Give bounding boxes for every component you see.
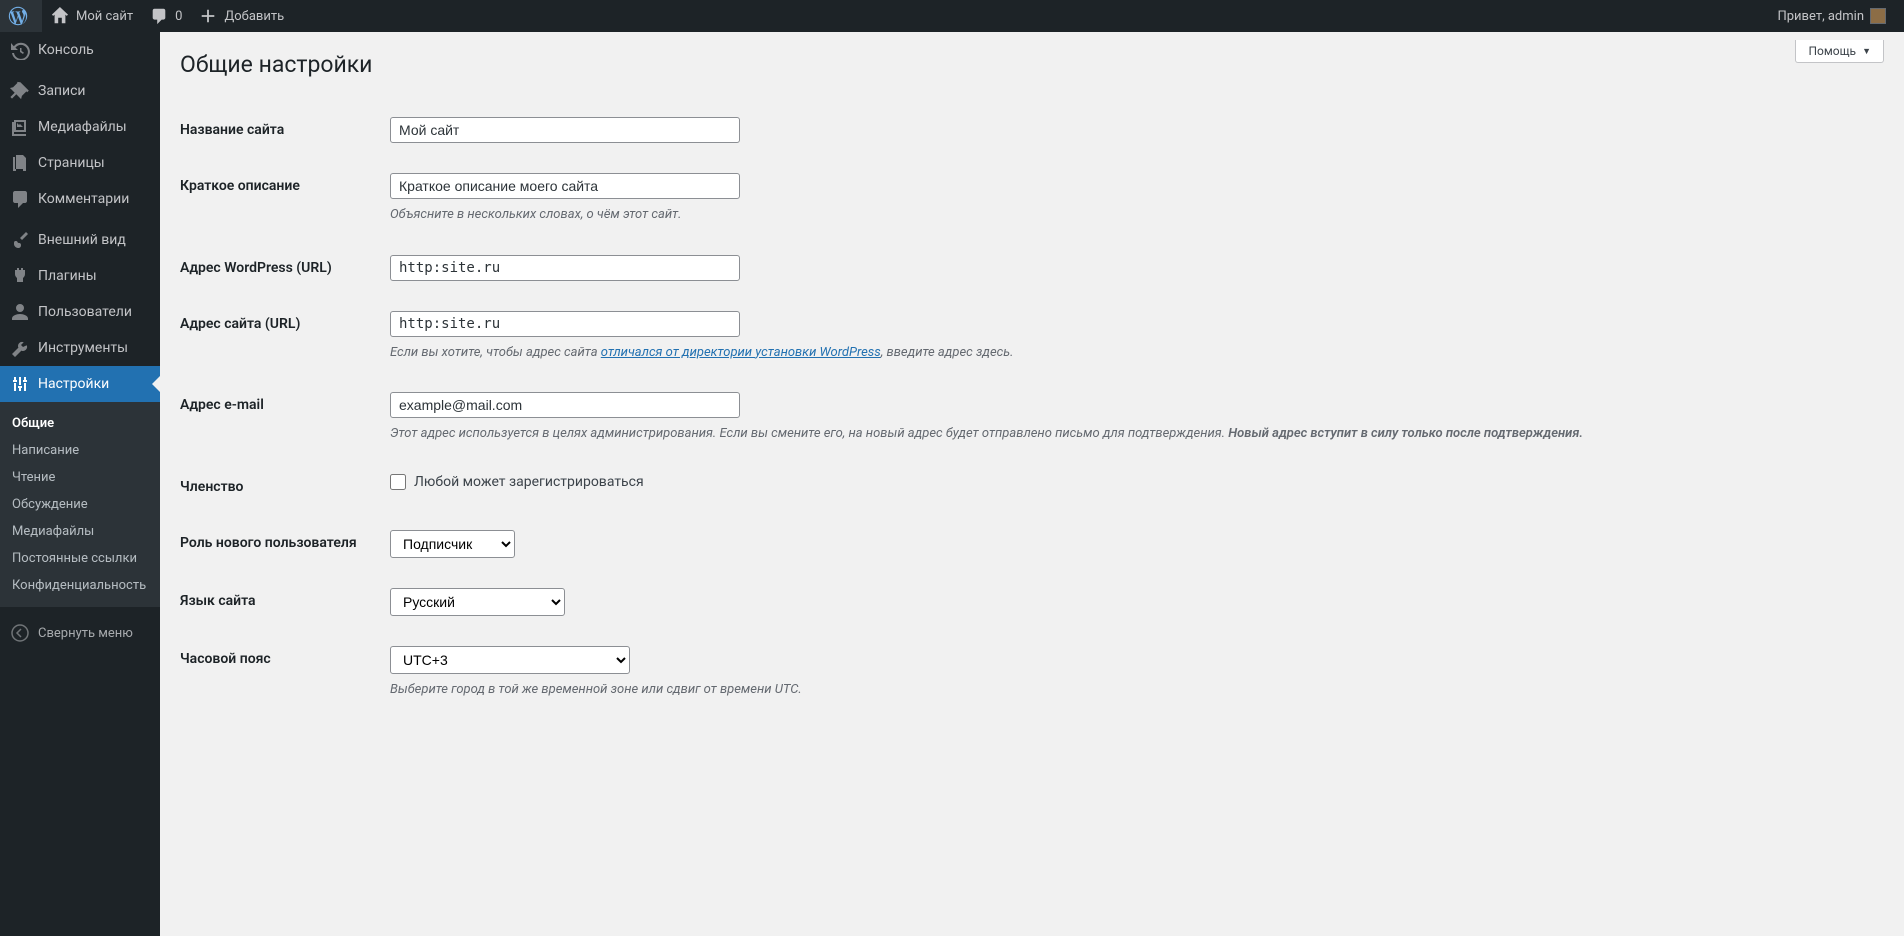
- membership-label: Членство: [180, 459, 380, 515]
- site-name-link[interactable]: Мой сайт: [42, 0, 141, 32]
- email-input[interactable]: [390, 392, 740, 418]
- sliders-icon: [10, 374, 30, 394]
- my-account[interactable]: Привет, admin: [1769, 0, 1894, 32]
- wordpress-icon: [8, 6, 28, 26]
- sidebar-item-label: Плагины: [38, 268, 97, 284]
- default-role-label: Роль нового пользователя: [180, 515, 380, 573]
- sidebar-item-plugins[interactable]: Плагины: [0, 258, 160, 294]
- comments-count: 0: [175, 9, 182, 24]
- sidebar-item-media[interactable]: Медиафайлы: [0, 109, 160, 145]
- collapse-icon: [10, 623, 30, 643]
- main-content: Помощь ▼ Общие настройки Название сайта …: [160, 32, 1904, 734]
- wpurl-input[interactable]: [390, 255, 740, 281]
- collapse-label: Свернуть меню: [38, 626, 133, 641]
- submenu-item-discussion[interactable]: Обсуждение: [0, 491, 160, 518]
- admin-bar: Мой сайт 0 Добавить Привет, admin: [0, 0, 1904, 32]
- sidebar-item-label: Медиафайлы: [38, 119, 127, 135]
- sidebar-item-users[interactable]: Пользователи: [0, 294, 160, 330]
- sidebar-item-label: Консоль: [38, 42, 94, 58]
- site-title-input[interactable]: [390, 117, 740, 143]
- siteurl-label: Адрес сайта (URL): [180, 296, 380, 378]
- plug-icon: [10, 266, 30, 286]
- settings-form: Название сайта Краткое описание Объяснит…: [180, 102, 1884, 714]
- dashboard-icon: [10, 40, 30, 60]
- home-icon: [50, 6, 70, 26]
- language-select[interactable]: Русский: [390, 588, 565, 616]
- greeting-label: Привет, admin: [1777, 9, 1864, 24]
- sidebar-item-dashboard[interactable]: Консоль: [0, 32, 160, 68]
- collapse-menu[interactable]: Свернуть меню: [0, 615, 160, 651]
- submenu-item-writing[interactable]: Написание: [0, 437, 160, 464]
- email-desc: Этот адрес используется в целях админист…: [390, 424, 1874, 444]
- add-new-label: Добавить: [224, 9, 284, 24]
- add-new-link[interactable]: Добавить: [190, 0, 292, 32]
- user-icon: [10, 302, 30, 322]
- help-tab[interactable]: Помощь ▼: [1795, 40, 1884, 63]
- wrench-icon: [10, 338, 30, 358]
- default-role-select[interactable]: Подписчик: [390, 530, 515, 558]
- submenu-item-reading[interactable]: Чтение: [0, 464, 160, 491]
- membership-checkbox[interactable]: [390, 474, 406, 490]
- sidebar-item-label: Инструменты: [38, 340, 128, 356]
- media-icon: [10, 117, 30, 137]
- page-title: Общие настройки: [180, 42, 1884, 82]
- submenu-item-media[interactable]: Медиафайлы: [0, 518, 160, 545]
- sidebar-item-tools[interactable]: Инструменты: [0, 330, 160, 366]
- siteurl-desc-link[interactable]: отличался от директории установки WordPr…: [601, 345, 881, 360]
- siteurl-desc: Если вы хотите, чтобы адрес сайта отлича…: [390, 343, 1874, 363]
- wp-logo[interactable]: [0, 0, 42, 32]
- sidebar-item-label: Внешний вид: [38, 232, 126, 248]
- chevron-down-icon: ▼: [1862, 46, 1871, 57]
- pin-icon: [10, 81, 30, 101]
- sidebar-item-posts[interactable]: Записи: [0, 73, 160, 109]
- comment-icon: [10, 189, 30, 209]
- admin-sidebar: Консоль Записи Медиафайлы Страницы Комме…: [0, 32, 160, 936]
- email-label: Адрес e-mail: [180, 377, 380, 459]
- avatar: [1870, 8, 1886, 24]
- sidebar-item-label: Пользователи: [38, 304, 132, 320]
- submenu-item-privacy[interactable]: Конфиденциальность: [0, 572, 160, 599]
- page-icon: [10, 153, 30, 173]
- submenu-item-permalinks[interactable]: Постоянные ссылки: [0, 545, 160, 572]
- language-label: Язык сайта: [180, 573, 380, 631]
- tagline-input[interactable]: [390, 173, 740, 199]
- sidebar-item-pages[interactable]: Страницы: [0, 145, 160, 181]
- sidebar-item-settings[interactable]: Настройки: [0, 366, 160, 402]
- comments-link[interactable]: 0: [141, 0, 190, 32]
- sidebar-item-appearance[interactable]: Внешний вид: [0, 222, 160, 258]
- brush-icon: [10, 230, 30, 250]
- site-title-label: Название сайта: [180, 102, 380, 158]
- help-label: Помощь: [1808, 44, 1856, 58]
- plus-icon: [198, 6, 218, 26]
- sidebar-item-label: Комментарии: [38, 191, 129, 207]
- timezone-label: Часовой пояс: [180, 631, 380, 715]
- wpurl-label: Адрес WordPress (URL): [180, 240, 380, 296]
- tagline-desc: Объясните в нескольких словах, о чём это…: [390, 205, 1874, 225]
- comment-icon: [149, 6, 169, 26]
- site-name-label: Мой сайт: [76, 9, 133, 24]
- tagline-label: Краткое описание: [180, 158, 380, 240]
- membership-checkbox-label: Любой может зарегистрироваться: [414, 474, 644, 490]
- sidebar-item-label: Настройки: [38, 376, 109, 392]
- sidebar-item-label: Страницы: [38, 155, 105, 171]
- siteurl-input[interactable]: [390, 311, 740, 337]
- submenu-item-general[interactable]: Общие: [0, 410, 160, 437]
- settings-submenu: Общие Написание Чтение Обсуждение Медиаф…: [0, 402, 160, 607]
- timezone-desc: Выберите город в той же временной зоне и…: [390, 680, 1874, 700]
- sidebar-item-comments[interactable]: Комментарии: [0, 181, 160, 217]
- timezone-select[interactable]: UTC+3: [390, 646, 630, 674]
- sidebar-item-label: Записи: [38, 83, 86, 99]
